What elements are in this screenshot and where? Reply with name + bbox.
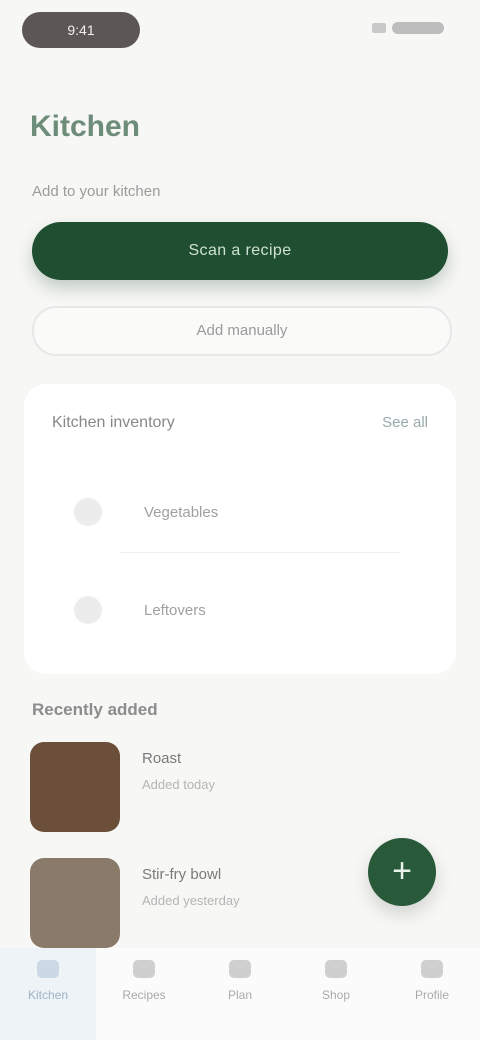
tab-bar: Kitchen Recipes Plan Shop Profile: [0, 948, 480, 1040]
tab-kitchen[interactable]: Kitchen: [0, 948, 96, 1040]
tab-label: Plan: [227, 988, 253, 1002]
scan-section-label: Add to your kitchen: [32, 183, 161, 200]
inventory-header: Kitchen inventory See all: [52, 414, 428, 432]
inventory-card: Kitchen inventory See all Vegetables Lef…: [24, 384, 456, 674]
battery-icon: [392, 22, 444, 34]
page-title: Kitchen: [30, 110, 141, 143]
recipe-subtitle: Added yesterday: [142, 893, 240, 908]
tab-label: Profile: [414, 988, 449, 1002]
inventory-row-label: Leftovers: [144, 601, 206, 619]
add-manually-button[interactable]: Add manually: [32, 306, 452, 356]
inventory-title: Kitchen inventory: [52, 414, 175, 431]
tab-plan[interactable]: Plan: [192, 948, 288, 1040]
tab-label: Shop: [321, 988, 351, 1002]
calendar-icon: [229, 960, 251, 978]
recipe-item[interactable]: Roast Added today: [30, 742, 450, 832]
plus-icon: +: [392, 852, 412, 890]
inventory-row[interactable]: Leftovers: [52, 570, 428, 650]
signal-icon: [372, 23, 386, 33]
add-fab-button[interactable]: +: [368, 838, 436, 906]
leftovers-icon: [74, 596, 102, 624]
recipe-thumbnail: [30, 858, 120, 948]
see-all-link[interactable]: See all: [382, 414, 428, 432]
status-bar: 9:41: [0, 0, 480, 64]
tab-label: Recipes: [122, 988, 166, 1002]
recipe-thumbnail: [30, 742, 120, 832]
tab-label: Kitchen: [27, 988, 69, 1002]
tab-shop[interactable]: Shop: [288, 948, 384, 1040]
home-icon: [37, 960, 59, 978]
tab-recipes[interactable]: Recipes: [96, 948, 192, 1040]
tab-profile[interactable]: Profile: [384, 948, 480, 1040]
recipe-subtitle: Added today: [142, 777, 216, 792]
book-icon: [133, 960, 155, 978]
cart-icon: [325, 960, 347, 978]
recipe-title: Stir-fry bowl: [142, 866, 222, 883]
scan-recipe-button[interactable]: Scan a recipe: [32, 222, 448, 280]
person-icon: [421, 960, 443, 978]
inventory-divider: [120, 552, 400, 553]
status-icons: [372, 22, 444, 34]
recent-section-label: Recently added: [32, 700, 158, 719]
recipe-title: Roast: [142, 750, 182, 767]
inventory-row[interactable]: Vegetables: [52, 472, 428, 552]
inventory-row-label: Vegetables: [144, 503, 219, 521]
vegetable-icon: [74, 498, 102, 526]
status-time: 9:41: [22, 12, 140, 48]
